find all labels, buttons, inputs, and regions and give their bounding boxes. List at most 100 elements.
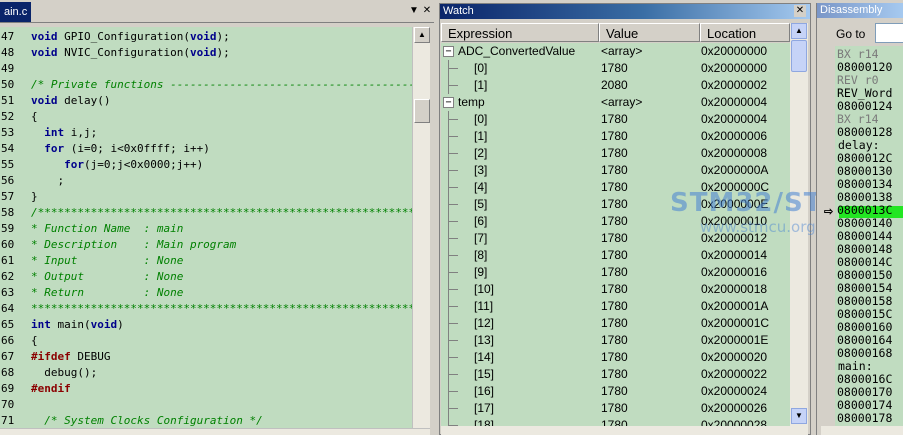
watch-value[interactable]: 1780 <box>601 128 699 145</box>
watch-row[interactable]: [16] 1780 0x20000024 <box>441 383 790 400</box>
watch-expression-cell: [9] <box>441 264 598 281</box>
line-number: 54 <box>1 142 15 155</box>
watch-location: 0x20000002 <box>701 78 768 92</box>
watch-horizontal-scrollbar[interactable] <box>441 426 808 435</box>
watch-value[interactable]: 1780 <box>601 162 699 179</box>
watch-row[interactable]: [15] 1780 0x20000022 <box>441 366 790 383</box>
watch-value[interactable]: <array> <box>601 43 699 60</box>
watch-value[interactable]: 2080 <box>601 77 699 94</box>
editor-horizontal-scrollbar[interactable] <box>0 428 430 435</box>
watch-value[interactable]: 1780 <box>601 298 699 315</box>
tree-branch <box>448 323 458 324</box>
code-token: ) <box>117 318 124 331</box>
watch-expression-cell: [14] <box>441 349 598 366</box>
watch-expression-cell: [2] <box>441 145 598 162</box>
watch-location: 0x20000008 <box>701 146 768 160</box>
code-token: * Output : None <box>31 270 184 283</box>
watch-row-parent[interactable]: − ADC_ConvertedValue <array> 0x20000000 <box>441 43 790 60</box>
watch-value[interactable]: 1780 <box>601 145 699 162</box>
watch-row[interactable]: [14] 1780 0x20000020 <box>441 349 790 366</box>
watch-expression-cell: [16] <box>441 383 598 400</box>
editor-scroll-thumb[interactable] <box>414 99 430 123</box>
scroll-up-arrow-icon[interactable]: ▲ <box>791 23 807 39</box>
scroll-down-arrow-icon[interactable]: ▼ <box>791 408 807 424</box>
code-token: int <box>44 126 65 139</box>
watch-row[interactable]: [0] 1780 0x20000000 <box>441 60 790 77</box>
watch-value[interactable]: 1780 <box>601 230 699 247</box>
watch-expression: [9] <box>474 265 488 279</box>
watch-expression-cell: [15] <box>441 366 598 383</box>
disassembly-address: 08000178 <box>837 411 893 425</box>
watch-row[interactable]: [3] 1780 0x2000000A <box>441 162 790 179</box>
watch-value[interactable]: 1780 <box>601 111 699 128</box>
scroll-up-arrow-icon[interactable]: ▲ <box>414 27 430 43</box>
disassembly-horizontal-scrollbar[interactable] <box>821 426 903 435</box>
code-editor[interactable]: 47 void GPIO_Configuration(void); 48 void N… <box>0 27 412 428</box>
code-line: 55 for(j=0;j<0x0000;j++) <box>0 157 412 173</box>
watch-row[interactable]: [1] 2080 0x20000002 <box>441 77 790 94</box>
column-header-value[interactable]: Value <box>599 23 700 42</box>
collapse-toggle-icon[interactable]: − <box>443 46 454 57</box>
watch-value[interactable]: <array> <box>601 94 699 111</box>
editor-vertical-scrollbar[interactable]: ▲ <box>412 27 430 428</box>
watch-expression-cell: [6] <box>441 213 598 230</box>
watch-row[interactable]: [2] 1780 0x20000008 <box>441 145 790 162</box>
watch-expression: [15] <box>474 367 495 381</box>
watch-title-bar[interactable]: Watch ✕ <box>440 4 810 19</box>
watch-value[interactable]: 1780 <box>601 417 699 426</box>
code-token: * Description : Main program <box>31 238 237 251</box>
goto-address-input[interactable] <box>875 23 903 43</box>
code-editor-pane: ain.c ▼ ✕ 47 void GPIO_Configuration(void… <box>0 0 434 435</box>
watch-row[interactable]: [12] 1780 0x2000001C <box>441 315 790 332</box>
watch-row[interactable]: [8] 1780 0x20000014 <box>441 247 790 264</box>
disassembly-title-bar[interactable]: Disassembly <box>817 3 903 18</box>
close-icon[interactable]: ✕ <box>794 5 806 17</box>
code-text: for(j=0;j<0x0000;j++) <box>31 157 203 173</box>
watch-row[interactable]: [11] 1780 0x2000001A <box>441 298 790 315</box>
tree-branch <box>448 170 458 171</box>
watch-expression: temp <box>458 95 485 109</box>
code-line: 56 ; <box>0 173 412 189</box>
watch-row-parent[interactable]: − temp <array> 0x20000004 <box>441 94 790 111</box>
watch-row[interactable]: [13] 1780 0x2000001E <box>441 332 790 349</box>
watch-row[interactable]: [0] 1780 0x20000004 <box>441 111 790 128</box>
watch-value[interactable]: 1780 <box>601 400 699 417</box>
disassembly-view[interactable]: ⇨ BX r14 08000120 REV r0 REV_Word 08000124 BX… <box>821 46 903 426</box>
watch-expression-cell: [4] <box>441 179 598 196</box>
column-header-location[interactable]: Location <box>700 23 790 42</box>
close-icon[interactable]: ✕ <box>421 4 433 18</box>
watch-value[interactable]: 1780 <box>601 264 699 281</box>
watch-row[interactable]: [9] 1780 0x20000016 <box>441 264 790 281</box>
watch-row[interactable]: [10] 1780 0x20000018 <box>441 281 790 298</box>
tree-branch <box>448 391 458 392</box>
watch-value[interactable]: 1780 <box>601 247 699 264</box>
editor-tab-bar: ain.c ▼ ✕ <box>0 0 434 23</box>
watch-location: 0x2000000A <box>701 163 769 177</box>
code-token: /* System Clocks Configuration */ <box>44 414 263 427</box>
watch-row[interactable]: [18] 1780 0x20000028 <box>441 417 790 426</box>
watch-location: 0x20000026 <box>701 401 768 415</box>
watch-expression-cell: [10] <box>441 281 598 298</box>
code-text: #ifdef DEBUG <box>31 349 111 365</box>
watch-value[interactable]: 1780 <box>601 366 699 383</box>
watch-row[interactable]: [17] 1780 0x20000026 <box>441 400 790 417</box>
watch-value[interactable]: 1780 <box>601 281 699 298</box>
code-text: * Output : None <box>31 269 183 285</box>
tree-branch <box>448 204 458 205</box>
code-line: 52 { <box>0 109 412 125</box>
tab-menu-chevron-down-icon[interactable]: ▼ <box>408 4 420 18</box>
code-token: ); <box>216 30 230 43</box>
watch-value[interactable]: 1780 <box>601 60 699 77</box>
watch-row[interactable]: [1] 1780 0x20000006 <box>441 128 790 145</box>
editor-tab-main-c[interactable]: ain.c <box>0 2 32 22</box>
tree-branch <box>448 221 458 222</box>
watch-value[interactable]: 1780 <box>601 332 699 349</box>
collapse-toggle-icon[interactable]: − <box>443 97 454 108</box>
watch-value[interactable]: 1780 <box>601 349 699 366</box>
watch-value[interactable]: 1780 <box>601 383 699 400</box>
watch-scroll-thumb[interactable] <box>791 40 807 72</box>
watch-expression: [1] <box>474 129 488 143</box>
watch-value[interactable]: 1780 <box>601 315 699 332</box>
column-header-expression[interactable]: Expression <box>441 23 599 42</box>
